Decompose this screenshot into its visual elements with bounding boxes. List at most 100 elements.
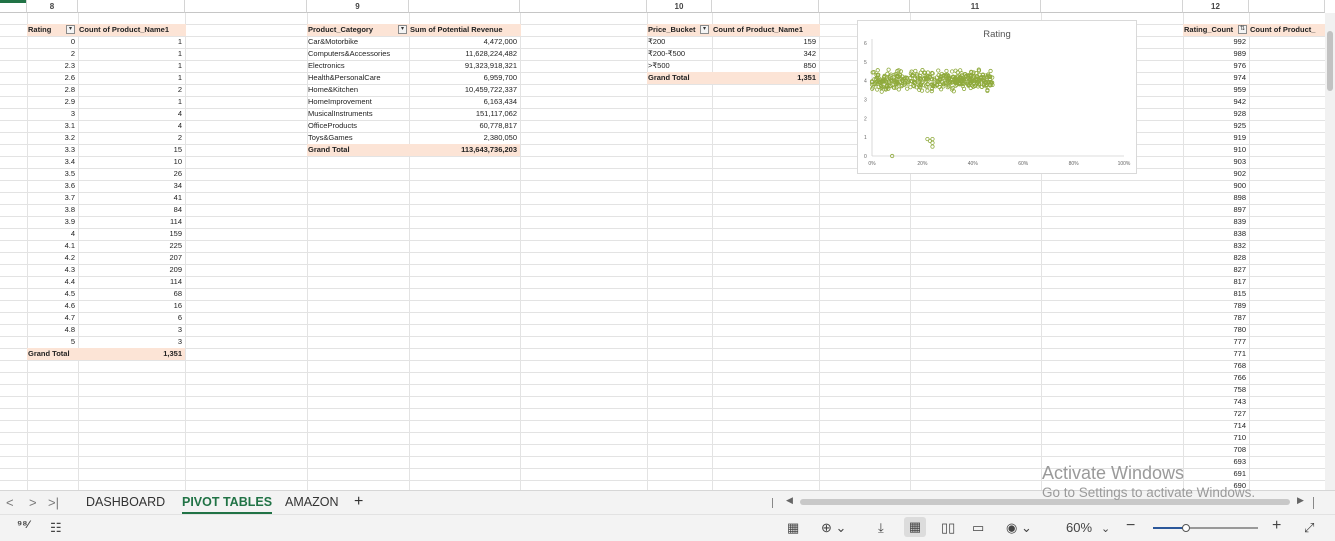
pivot-rating-row-label[interactable]: 3.2 (27, 132, 78, 144)
column-header-10[interactable]: 10 (647, 0, 712, 13)
pivot-rating-row-label[interactable]: 2.6 (27, 72, 78, 84)
column-header-11[interactable]: 11 (910, 0, 1041, 13)
pivot-rating-row-value[interactable]: 34 (78, 180, 185, 192)
pivot-rating-count-row-value[interactable]: 827 (1183, 264, 1249, 276)
pivot-rating-row-value[interactable]: 1 (78, 72, 185, 84)
filter-dropdown-button[interactable]: ▾ (700, 25, 709, 34)
focus-icon[interactable]: ⊕ ⌄ (821, 520, 846, 536)
pivot-rating-count-row-value[interactable]: 777 (1183, 336, 1249, 348)
pivot-rating-count-row-value[interactable]: 989 (1183, 48, 1249, 60)
vertical-scrollbar[interactable] (1325, 13, 1335, 490)
fullscreen-icon[interactable]: ⤢ (1304, 520, 1314, 536)
pivot-rating-grand-total-value[interactable]: 1,351 (78, 348, 185, 360)
column-header-blank[interactable] (78, 0, 185, 13)
pivot-price-row-value[interactable]: 850 (712, 60, 819, 72)
pivot-category-row-label[interactable]: Health&PersonalCare (307, 72, 409, 84)
column-header-blank[interactable] (819, 0, 910, 13)
pivot-category-row-label[interactable]: Electronics (307, 60, 409, 72)
pivot-category-row-value[interactable]: 6,959,700 (409, 72, 520, 84)
column-header-blank[interactable] (409, 0, 520, 13)
pivot-rating-row-value[interactable]: 4 (78, 108, 185, 120)
add-sheet-button[interactable]: + (354, 493, 363, 511)
pivot-rating-row-value[interactable]: 159 (78, 228, 185, 240)
pivot-rating-count-row-value[interactable]: 919 (1183, 132, 1249, 144)
pivot-rating-count-row-value[interactable]: 727 (1183, 408, 1249, 420)
workbook-statistics-icon[interactable]: ⁹⁸⁄ (17, 519, 29, 531)
pivot-rating-count-row-value[interactable]: 787 (1183, 312, 1249, 324)
pivot-rating-row-value[interactable]: 6 (78, 312, 185, 324)
pivot-rating-row-label[interactable]: 3 (27, 108, 78, 120)
zoom-slider-thumb[interactable] (1181, 524, 1190, 532)
sort-filter-dropdown-button[interactable]: ⇅ (1238, 25, 1247, 34)
pivot-rating-row-label[interactable]: 3.6 (27, 180, 78, 192)
pivot-rating-count-row-value[interactable]: 743 (1183, 396, 1249, 408)
pivot-rating-count-row-value[interactable]: 766 (1183, 372, 1249, 384)
pivot-rating-count-row-value[interactable]: 974 (1183, 72, 1249, 84)
pivot-rating-row-value[interactable]: 16 (78, 300, 185, 312)
pivot-rating-count-row-value[interactable]: 942 (1183, 96, 1249, 108)
sheet-nav-prev-button[interactable]: < (6, 495, 14, 510)
pivot-category-row-value[interactable]: 6,163,434 (409, 96, 520, 108)
vertical-scrollbar-thumb[interactable] (1327, 31, 1333, 91)
column-header-12[interactable]: 12 (1183, 0, 1249, 13)
filter-dropdown-button[interactable]: ▾ (398, 25, 407, 34)
pivot-rating-count-row-value[interactable]: 768 (1183, 360, 1249, 372)
pivot-category-row-value[interactable]: 4,472,000 (409, 36, 520, 48)
pivot-rating-row-label[interactable]: 4.6 (27, 300, 78, 312)
tab-dashboard[interactable]: DASHBOARD (86, 495, 165, 509)
pivot-category-row-value[interactable]: 151,117,062 (409, 108, 520, 120)
pivot-category-row-label[interactable]: OfficeProducts (307, 120, 409, 132)
sheet-nav-last-button[interactable]: >| (48, 495, 59, 510)
spreadsheet-grid[interactable]: 8 9 10 11 12 Rating ▾ Count of Product_N… (0, 0, 1325, 490)
pivot-rating-row-label[interactable]: 4.1 (27, 240, 78, 252)
pivot-rating-row-value[interactable]: 1 (78, 36, 185, 48)
pivot-category-row-label[interactable]: Computers&Accessories (307, 48, 409, 60)
column-header-blank[interactable] (520, 0, 647, 13)
pivot-rating-row-value[interactable]: 1 (78, 48, 185, 60)
pivot-rating-row-value[interactable]: 2 (78, 84, 185, 96)
pivot-rating-count-row-value[interactable]: 710 (1183, 432, 1249, 444)
pivot-category-row-label[interactable]: MusicalInstruments (307, 108, 409, 120)
column-header-blank[interactable] (185, 0, 307, 13)
pivot-rating-count-row-value[interactable]: 708 (1183, 444, 1249, 456)
pivot-rating-count-row-value[interactable]: 838 (1183, 228, 1249, 240)
eye-icon[interactable]: ◉ ⌄ (1006, 520, 1032, 536)
accessibility-icon[interactable]: ☷ (50, 520, 62, 536)
pivot-rating-row-label[interactable]: 4.7 (27, 312, 78, 324)
pivot-rating-row-value[interactable]: 68 (78, 288, 185, 300)
page-break-preview-icon[interactable]: ▭ (972, 520, 984, 536)
tab-splitter-handle[interactable] (772, 498, 773, 508)
pivot-rating-count-row-value[interactable]: 903 (1183, 156, 1249, 168)
pivot-rating-count-row-value[interactable]: 771 (1183, 348, 1249, 360)
column-header-blank[interactable] (1249, 0, 1325, 13)
normal-view-button[interactable]: ▦ (904, 517, 926, 537)
pivot-rating-row-value[interactable]: 4 (78, 120, 185, 132)
tab-pivot-tables[interactable]: PIVOT TABLES (182, 495, 273, 514)
pivot-rating-count-row-value[interactable]: 828 (1183, 252, 1249, 264)
pivot-rating-count-row-value[interactable]: 925 (1183, 120, 1249, 132)
pivot-rating-row-value[interactable]: 10 (78, 156, 185, 168)
pivot-rating-count-row-value[interactable]: 959 (1183, 84, 1249, 96)
pivot-rating-row-label[interactable]: 4.4 (27, 276, 78, 288)
pivot-category-row-label[interactable]: HomeImprovement (307, 96, 409, 108)
pivot-category-value-header[interactable]: Sum of Potential Revenue (409, 24, 521, 36)
pivot-rating-row-value[interactable]: 1 (78, 96, 185, 108)
pivot-category-grand-total-value[interactable]: 113,643,736,203 (409, 144, 520, 156)
pivot-rating-count-row-value[interactable]: 780 (1183, 324, 1249, 336)
tab-amazon[interactable]: AMAZON (285, 495, 338, 509)
pivot-rating-count-row-value[interactable]: 817 (1183, 276, 1249, 288)
pivot-rating-row-value[interactable]: 207 (78, 252, 185, 264)
zoom-in-button[interactable]: + (1272, 517, 1281, 535)
filter-dropdown-button[interactable]: ▾ (66, 25, 75, 34)
pivot-rating-row-label[interactable]: 4.8 (27, 324, 78, 336)
pivot-rating-row-label[interactable]: 0 (27, 36, 78, 48)
pivot-category-row-value[interactable]: 2,380,050 (409, 132, 520, 144)
pivot-rating-row-value[interactable]: 1 (78, 60, 185, 72)
pivot-rating-row-label[interactable]: 3.7 (27, 192, 78, 204)
pivot-rating-count-row-value[interactable]: 928 (1183, 108, 1249, 120)
zoom-dropdown-chevron-icon[interactable]: ⌄ (1101, 522, 1110, 535)
pivot-rating-row-label[interactable]: 2.9 (27, 96, 78, 108)
pivot-rating-row-label[interactable]: 5 (27, 336, 78, 348)
pivot-rating-row-value[interactable]: 3 (78, 324, 185, 336)
hscroll-left-arrow-icon[interactable]: ◀ (786, 495, 793, 506)
